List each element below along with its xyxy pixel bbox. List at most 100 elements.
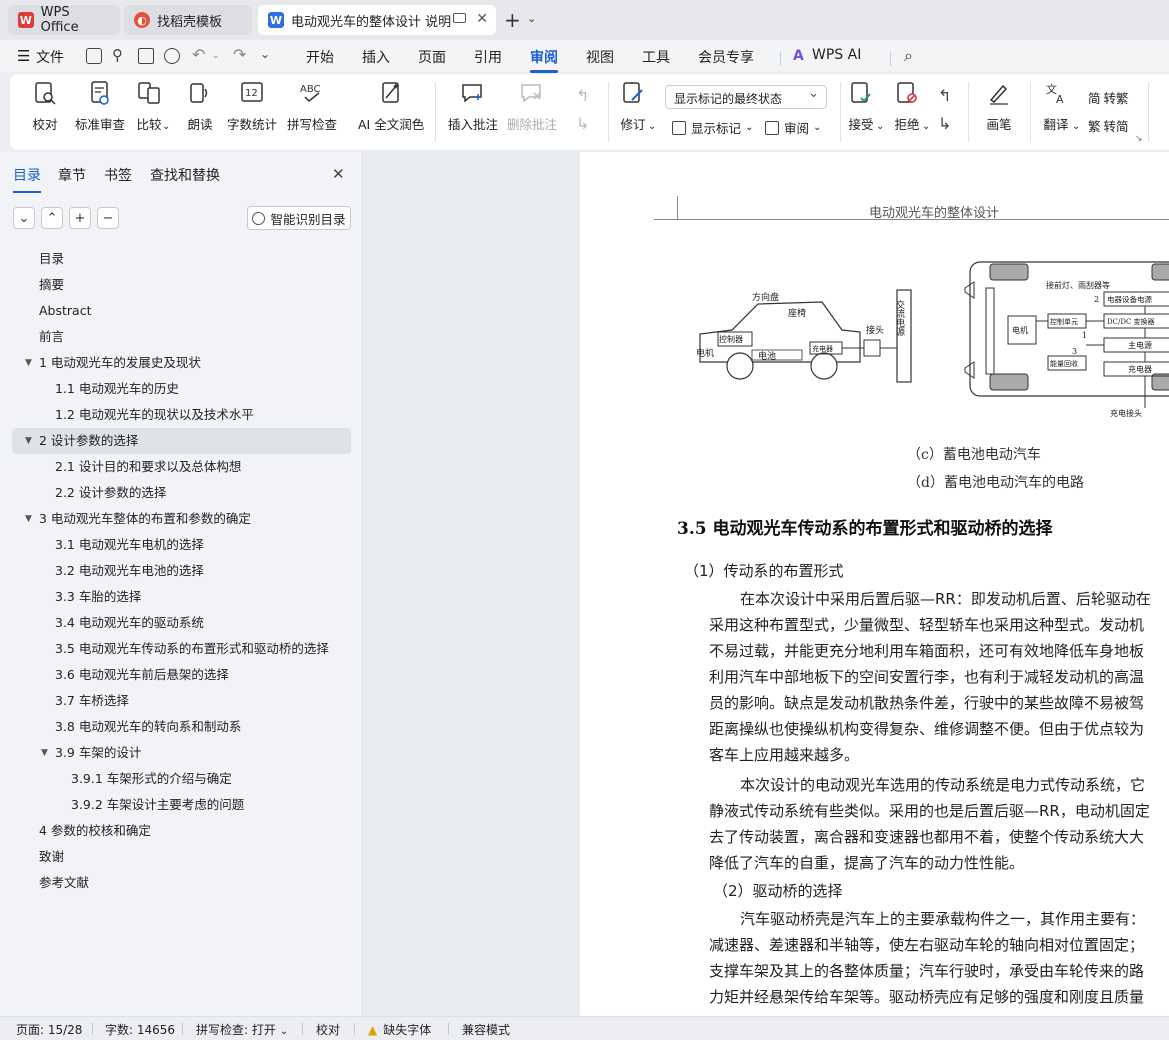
toc-item[interactable]: 摘要: [0, 272, 363, 298]
pen-button[interactable]: 画笔: [986, 80, 1012, 133]
proof-indicator[interactable]: 校对: [316, 1021, 340, 1038]
save-icon[interactable]: [86, 48, 102, 64]
toc-item[interactable]: 1.1 电动观光车的历史: [0, 376, 363, 402]
menu-file[interactable]: 文件: [36, 47, 64, 67]
document-canvas[interactable]: 电动观光车的整体设计 方向盘 座椅 控制器 电机 电池 充电器 接头 交流电源: [364, 152, 1169, 1016]
prev-change-icon[interactable]: ↰: [938, 86, 951, 105]
collapse-button[interactable]: ⌄: [13, 207, 35, 229]
page-indicator[interactable]: 页面: 15/28: [16, 1021, 82, 1038]
toc-item[interactable]: 3.8 电动观光车的转向系和制动系: [0, 714, 363, 740]
next-comment-icon[interactable]: ↳: [576, 114, 589, 133]
toc-item[interactable]: 1.2 电动观光车的现状以及技术水平: [0, 402, 363, 428]
read-aloud-button[interactable]: 朗读: [187, 80, 213, 133]
toc-item[interactable]: 3.1 电动观光车电机的选择: [0, 532, 363, 558]
ai-polish-button[interactable]: AI 全文润色: [358, 80, 424, 133]
expand-button[interactable]: ⌃: [41, 207, 63, 229]
chevron-down-icon[interactable]: ⌄: [212, 51, 220, 61]
tab-wps-office[interactable]: W WPS Office: [8, 5, 120, 35]
document-page[interactable]: 电动观光车的整体设计 方向盘 座椅 控制器 电机 电池 充电器 接头 交流电源: [580, 152, 1169, 1016]
revise-button[interactable]: 修订: [620, 80, 646, 133]
spell-check-indicator[interactable]: 拼写检查: 打开 ⌄: [196, 1021, 288, 1038]
missing-font-indicator[interactable]: ▲ 缺失字体: [368, 1021, 431, 1038]
toc-item[interactable]: 2.1 设计目的和要求以及总体构想: [0, 454, 363, 480]
proofread-button[interactable]: 校对: [32, 80, 58, 133]
search-icon[interactable]: ⌕: [904, 46, 913, 66]
std-review-button[interactable]: 标准审查: [75, 80, 125, 133]
expand-arrow-icon[interactable]: ▼: [41, 740, 48, 766]
menu-review[interactable]: 审阅: [530, 47, 558, 73]
word-count-indicator[interactable]: 字数: 14656: [105, 1021, 175, 1038]
toc-item[interactable]: ▼ 3.9 车架的设计: [0, 740, 363, 766]
toc-item[interactable]: 3.5 电动观光车传动系的布置形式和驱动桥的选择: [0, 636, 363, 662]
tab-sections[interactable]: 章节: [58, 165, 86, 185]
prev-comment-icon[interactable]: ↰: [576, 86, 589, 105]
chevron-down-icon[interactable]: ⌄: [922, 121, 930, 132]
print-preview-icon[interactable]: [164, 48, 180, 64]
menu-member[interactable]: 会员专享: [698, 47, 754, 67]
tab-find-replace[interactable]: 查找和替换: [150, 165, 220, 185]
spell-check-button[interactable]: ABC 拼写检查: [287, 80, 337, 133]
tab-document[interactable]: W 电动观光车的整体设计 说明书 ✕: [258, 5, 496, 35]
expand-arrow-icon[interactable]: ▼: [25, 428, 32, 454]
toc-item[interactable]: ▼ 2 设计参数的选择: [12, 428, 351, 454]
print-icon[interactable]: [138, 48, 154, 64]
hamburger-icon[interactable]: ☰: [17, 47, 30, 65]
toc-item[interactable]: 3.7 车桥选择: [0, 688, 363, 714]
translate-button[interactable]: 文A 翻译: [1043, 80, 1069, 133]
tab-bookmarks[interactable]: 书签: [104, 165, 132, 185]
expand-arrow-icon[interactable]: ▼: [25, 506, 32, 532]
tab-toc[interactable]: 目录: [13, 165, 41, 193]
tab-template[interactable]: ◐ 找稻壳模板: [124, 5, 252, 35]
next-change-icon[interactable]: ↳: [938, 114, 951, 133]
reject-button[interactable]: 拒绝: [894, 80, 920, 133]
menu-start[interactable]: 开始: [306, 47, 334, 67]
undo-icon[interactable]: ↶: [192, 45, 205, 64]
toc-item[interactable]: ▼ 1 电动观光车的发展史及现状: [0, 350, 363, 376]
toc-item[interactable]: Abstract: [0, 298, 363, 324]
more-chevron-icon[interactable]: ⌄: [260, 47, 270, 61]
close-icon[interactable]: ✕: [476, 11, 488, 27]
share-icon[interactable]: ⚲: [112, 46, 123, 64]
to-simplified-button[interactable]: 繁转简: [1088, 116, 1129, 135]
new-tab-icon[interactable]: +: [504, 8, 521, 32]
toc-item[interactable]: 3.9.1 车架形式的介绍与确定: [0, 766, 363, 792]
insert-comment-button[interactable]: 插入批注: [448, 80, 498, 133]
show-markup-button[interactable]: 显示标记 ⌄: [672, 118, 753, 137]
toc-item[interactable]: 3.4 电动观光车的驱动系统: [0, 610, 363, 636]
review-pane-button[interactable]: 审阅 ⌄: [765, 118, 821, 137]
smart-toc-button[interactable]: 智能识别目录: [247, 206, 351, 230]
menu-wps-ai[interactable]: WPS AI: [812, 47, 861, 63]
markup-select[interactable]: 显示标记的最终状态: [665, 85, 827, 109]
to-traditional-button[interactable]: 简转繁: [1088, 88, 1129, 107]
toc-item[interactable]: ▼ 3 电动观光车整体的布置和参数的确定: [0, 506, 363, 532]
redo-icon[interactable]: ↷: [233, 45, 246, 64]
toc-item[interactable]: 参考文献: [0, 870, 363, 896]
expand-arrow-icon[interactable]: ▼: [25, 350, 32, 376]
chevron-down-icon[interactable]: ⌄: [1072, 121, 1080, 132]
remove-heading-button[interactable]: −: [97, 207, 119, 229]
menu-tools[interactable]: 工具: [642, 47, 670, 67]
menu-view[interactable]: 视图: [586, 47, 614, 67]
delete-comment-button[interactable]: 删除批注: [507, 80, 557, 133]
chevron-down-icon[interactable]: ⌄: [527, 12, 536, 25]
toc-item[interactable]: 3.6 电动观光车前后悬架的选择: [0, 662, 363, 688]
toc-item[interactable]: 3.2 电动观光车电池的选择: [0, 558, 363, 584]
menu-insert[interactable]: 插入: [362, 47, 390, 67]
toc-item[interactable]: 2.2 设计参数的选择: [0, 480, 363, 506]
expand-group-icon[interactable]: ↘: [1135, 134, 1143, 144]
add-heading-button[interactable]: +: [69, 207, 91, 229]
toc-item[interactable]: 致谢: [0, 844, 363, 870]
toc-item[interactable]: 3.9.2 车架设计主要考虑的问题: [0, 792, 363, 818]
close-pane-icon[interactable]: ✕: [332, 165, 345, 183]
menu-reference[interactable]: 引用: [474, 47, 502, 67]
compare-button[interactable]: 比较: [136, 80, 162, 133]
chevron-down-icon[interactable]: ⌄: [876, 121, 884, 132]
menu-page[interactable]: 页面: [418, 47, 446, 67]
chevron-down-icon[interactable]: ⌄: [162, 121, 170, 132]
chevron-down-icon[interactable]: ⌄: [648, 121, 656, 132]
word-count-button[interactable]: 12 字数统计: [227, 80, 277, 133]
accept-button[interactable]: 接受: [848, 80, 874, 133]
toc-item[interactable]: 前言: [0, 324, 363, 350]
toc-item[interactable]: 4 参数的校核和确定: [0, 818, 363, 844]
toc-item[interactable]: 3.3 车胎的选择: [0, 584, 363, 610]
